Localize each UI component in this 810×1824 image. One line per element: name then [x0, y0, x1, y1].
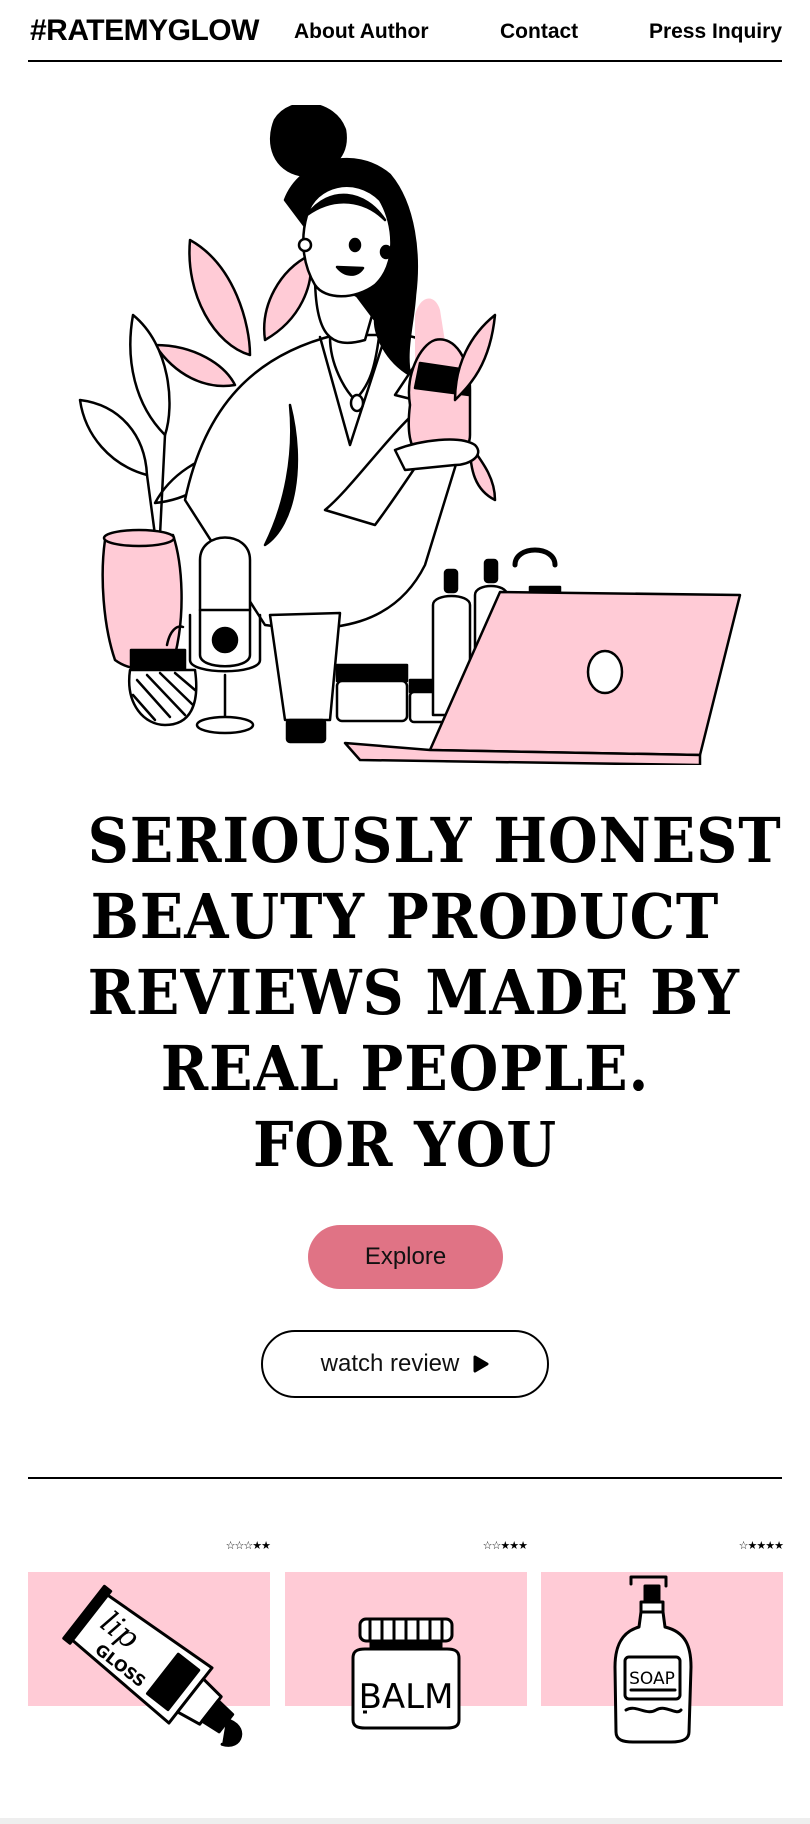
- nav-about-author[interactable]: About Author: [294, 20, 429, 44]
- watch-review-button[interactable]: watch review: [261, 1330, 549, 1398]
- svg-text:BALM: BALM: [359, 1677, 454, 1717]
- headline-line-1: SERIOUSLY HONEST: [87, 804, 782, 877]
- site-header: #RATEMYGLOW About Author Contact Press I…: [28, 0, 782, 62]
- star-empty-icon: ☆: [225, 1540, 236, 1552]
- section-divider: [28, 1477, 782, 1479]
- star-filled-icon: ★: [756, 1540, 766, 1552]
- headline-line-3: REVIEWS MADE BY: [87, 956, 740, 1029]
- star-empty-icon: ☆: [243, 1540, 253, 1552]
- play-icon: [473, 1355, 489, 1373]
- lip-gloss-icon: lip GLOSS: [62, 1584, 243, 1747]
- star-filled-icon: ★: [509, 1540, 519, 1552]
- star-filled-icon: ★: [261, 1540, 271, 1552]
- explore-button[interactable]: Explore: [308, 1225, 503, 1289]
- headline-line-4: REAL PEOPLE.: [160, 1032, 650, 1105]
- star-filled-icon: ★: [774, 1540, 784, 1552]
- balm-jar-icon: BALM: [351, 1617, 461, 1730]
- star-rating: ☆★★★★: [738, 1540, 784, 1552]
- watch-review-label: watch review: [320, 1350, 460, 1377]
- svg-text:SOAP: SOAP: [629, 1669, 675, 1689]
- headline-line-5: FOR YOU: [252, 1108, 558, 1181]
- star-rating: ☆☆☆★★: [225, 1540, 271, 1552]
- brand-logo[interactable]: #RATEMYGLOW: [30, 14, 259, 48]
- product-card-lip-gloss[interactable]: ☆☆☆★★ lip GLOSS: [28, 1540, 271, 1747]
- star-filled-icon: ★: [252, 1540, 262, 1552]
- star-filled-icon: ★: [765, 1540, 775, 1552]
- soap-bottle-icon: SOAP: [613, 1575, 693, 1744]
- nav-press-inquiry[interactable]: Press Inquiry: [649, 20, 782, 44]
- star-filled-icon: ★: [518, 1540, 528, 1552]
- hero-illustration: [75, 105, 755, 765]
- headline-line-2: BEAUTY PRODUCT: [90, 880, 720, 953]
- hero-headline: SERIOUSLY HONEST BEAUTY PRODUCT REVIEWS …: [87, 803, 782, 1183]
- bottom-bar: [0, 1818, 810, 1824]
- product-card-balm[interactable]: ☆☆★★★ BALM: [285, 1540, 528, 1740]
- product-card-soap[interactable]: ☆★★★★ SOAP: [541, 1540, 784, 1744]
- star-empty-icon: ☆: [482, 1540, 493, 1552]
- star-empty-icon: ☆: [738, 1540, 749, 1552]
- star-filled-icon: ★: [500, 1540, 510, 1552]
- nav-contact[interactable]: Contact: [500, 20, 578, 44]
- star-rating: ☆☆★★★: [482, 1540, 528, 1552]
